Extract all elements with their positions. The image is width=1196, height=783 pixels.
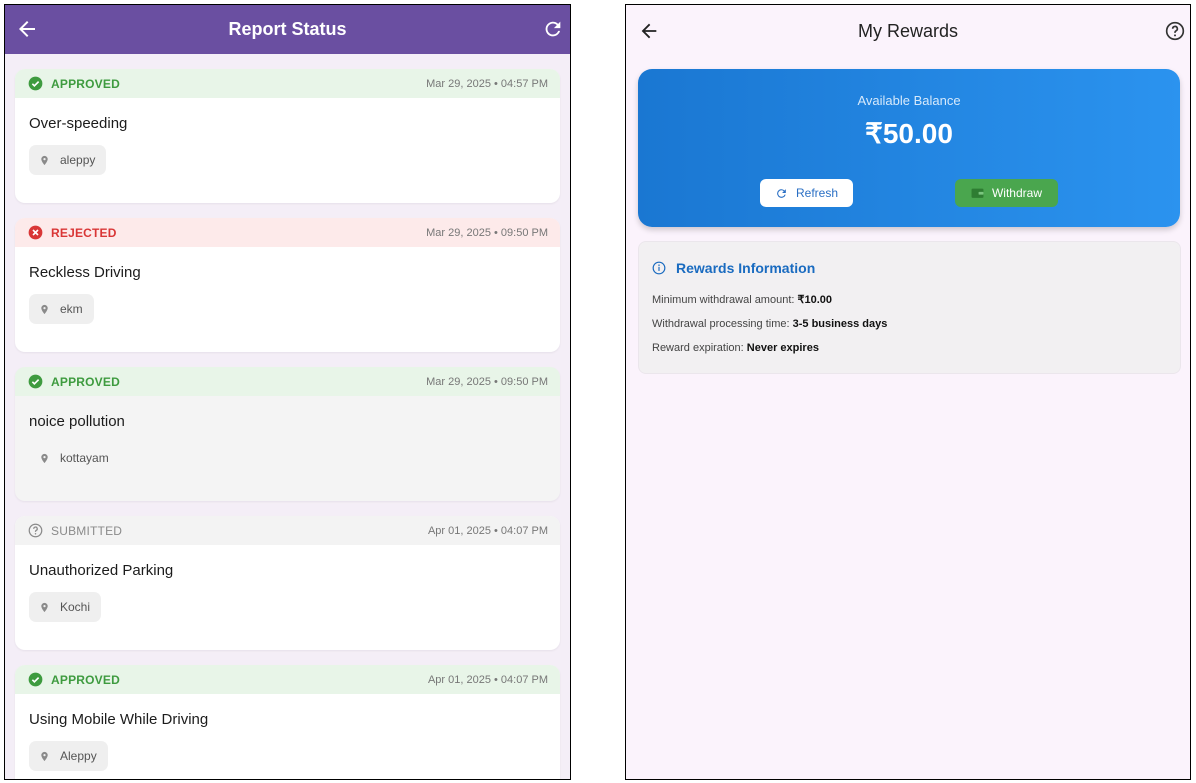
app-bar: Report Status bbox=[5, 5, 570, 54]
report-list: APPROVED Mar 29, 2025 • 04:57 PM Over-sp… bbox=[5, 54, 570, 779]
location-chip: aleppy bbox=[29, 145, 107, 175]
location-pin-icon bbox=[41, 155, 48, 165]
location-label: aleppy bbox=[60, 153, 96, 167]
check-circle-icon bbox=[28, 76, 43, 91]
rewards-screen: My Rewards Available Balance ₹50.00 Refr… bbox=[625, 4, 1191, 780]
min-withdrawal-value: ₹10.00 bbox=[797, 294, 833, 306]
refresh-button[interactable]: Refresh bbox=[760, 179, 853, 207]
info-title-label: Rewards Information bbox=[676, 260, 816, 276]
report-status-screen: Report Status APPROVED Mar 29, 2025 • 04… bbox=[4, 4, 571, 780]
status-bar: APPROVED Mar 29, 2025 • 09:50 PM bbox=[15, 367, 560, 396]
location-label: Aleppy bbox=[60, 749, 97, 763]
arrow-left-icon[interactable] bbox=[15, 17, 39, 41]
report-card[interactable]: APPROVED Mar 29, 2025 • 04:57 PM Over-sp… bbox=[15, 69, 560, 203]
location-chip: ekm bbox=[29, 294, 94, 324]
balance-label: Available Balance bbox=[857, 93, 961, 108]
report-title: noice pollution bbox=[29, 413, 125, 430]
withdraw-button[interactable]: Withdraw bbox=[955, 179, 1058, 207]
location-label: kottayam bbox=[60, 451, 109, 465]
info-title: Rewards Information bbox=[652, 260, 815, 276]
status-badge: SUBMITTED bbox=[51, 523, 123, 538]
status-bar: SUBMITTED Apr 01, 2025 • 04:07 PM bbox=[15, 516, 560, 545]
location-label: ekm bbox=[60, 302, 83, 316]
report-card[interactable]: REJECTED Mar 29, 2025 • 09:50 PM Reckles… bbox=[15, 218, 560, 352]
info-icon bbox=[652, 261, 666, 275]
refresh-icon bbox=[777, 188, 786, 198]
report-title: Over-speeding bbox=[29, 115, 128, 132]
location-chip: kottayam bbox=[29, 443, 120, 473]
status-bar: APPROVED Mar 29, 2025 • 04:57 PM bbox=[15, 69, 560, 98]
status-bar: REJECTED Mar 29, 2025 • 09:50 PM bbox=[15, 218, 560, 247]
withdraw-button-label: Withdraw bbox=[991, 186, 1042, 200]
report-card[interactable]: APPROVED Apr 01, 2025 • 04:07 PM Using M… bbox=[15, 665, 560, 779]
check-circle-icon bbox=[28, 672, 43, 687]
rewards-info-card: Rewards Information Minimum withdrawal a… bbox=[638, 241, 1181, 374]
help-circle-icon[interactable] bbox=[1165, 21, 1185, 41]
processing-time-value: 3-5 business days bbox=[792, 318, 888, 330]
report-date: Apr 01, 2025 • 04:07 PM bbox=[427, 524, 548, 537]
status-badge: APPROVED bbox=[51, 672, 120, 687]
expiration-row: Reward expiration: Never expires bbox=[652, 342, 819, 354]
location-label: Kochi bbox=[60, 600, 91, 614]
status-badge: APPROVED bbox=[51, 76, 120, 91]
location-pin-icon bbox=[41, 304, 48, 314]
arrow-left-icon[interactable] bbox=[638, 20, 660, 42]
report-title: Reckless Driving bbox=[29, 264, 141, 281]
report-card[interactable]: SUBMITTED Apr 01, 2025 • 04:07 PM Unauth… bbox=[15, 516, 560, 650]
app-bar: My Rewards bbox=[626, 5, 1190, 57]
status-badge: REJECTED bbox=[51, 225, 117, 240]
report-date: Mar 29, 2025 • 09:50 PM bbox=[426, 226, 548, 239]
report-title: Using Mobile While Driving bbox=[29, 711, 209, 728]
min-withdrawal-label: Minimum withdrawal amount: bbox=[652, 294, 798, 306]
wallet-icon bbox=[971, 188, 984, 198]
processing-time-label: Withdrawal processing time: bbox=[652, 318, 793, 330]
status-bar: APPROVED Apr 01, 2025 • 04:07 PM bbox=[15, 665, 560, 694]
location-pin-icon bbox=[41, 602, 48, 612]
status-badge: APPROVED bbox=[51, 374, 120, 389]
expiration-value: Never expires bbox=[746, 342, 819, 354]
location-pin-icon bbox=[41, 453, 48, 463]
min-withdrawal-row: Minimum withdrawal amount: ₹10.00 bbox=[652, 293, 832, 306]
processing-time-row: Withdrawal processing time: 3-5 business… bbox=[652, 318, 887, 330]
location-chip: Aleppy bbox=[29, 741, 108, 771]
location-chip: Kochi bbox=[29, 592, 102, 622]
report-title: Unauthorized Parking bbox=[29, 562, 174, 579]
report-date: Apr 01, 2025 • 04:07 PM bbox=[427, 673, 548, 686]
check-circle-icon bbox=[28, 374, 43, 389]
report-card[interactable]: APPROVED Mar 29, 2025 • 09:50 PM noice p… bbox=[15, 367, 560, 501]
balance-amount: ₹50.00 bbox=[865, 118, 953, 149]
balance-card: Available Balance ₹50.00 Refresh Withdra… bbox=[638, 69, 1180, 227]
report-date: Mar 29, 2025 • 04:57 PM bbox=[426, 77, 548, 90]
location-pin-icon bbox=[41, 751, 48, 761]
page-title: Report Status bbox=[228, 19, 347, 39]
x-circle-icon bbox=[28, 225, 43, 240]
question-circle-icon bbox=[28, 523, 43, 538]
refresh-button-label: Refresh bbox=[795, 186, 839, 200]
page-title: My Rewards bbox=[857, 20, 959, 41]
report-date: Mar 29, 2025 • 09:50 PM bbox=[426, 375, 548, 388]
refresh-icon[interactable] bbox=[542, 18, 564, 40]
expiration-label: Reward expiration: bbox=[652, 342, 747, 354]
